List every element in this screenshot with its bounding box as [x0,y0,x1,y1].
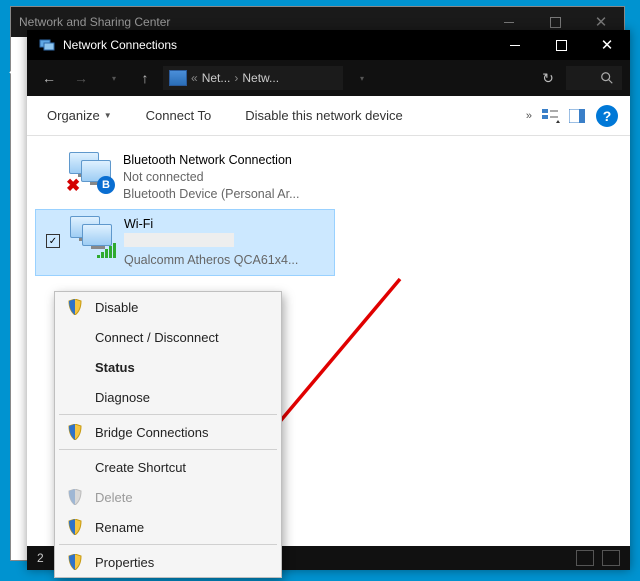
ctx-label: Create Shortcut [95,460,186,475]
shield-icon [67,299,83,315]
ctx-status[interactable]: Status [55,352,281,382]
nav-up-button[interactable]: ↑ [131,64,159,92]
connection-device: Qualcomm Atheros QCA61x4... [124,252,298,269]
help-button[interactable]: ? [596,105,618,127]
ctx-disable[interactable]: Disable [55,292,281,322]
nav-forward-button[interactable]: → [67,64,95,92]
connection-text: Wi-Fi Qualcomm Atheros QCA61x4... [124,216,298,269]
view-large-icon[interactable] [602,550,620,566]
connection-name: Bluetooth Network Connection [123,152,299,169]
breadcrumb-sep-icon: « [191,71,198,85]
bg-window-title: Network and Sharing Center [19,15,170,29]
breadcrumb-chevron-icon: › [234,71,238,85]
maximize-button[interactable] [538,30,584,60]
signal-bars-icon [97,243,116,258]
ctx-delete: Delete [55,482,281,512]
shield-icon [67,554,83,570]
ctx-create-shortcut[interactable]: Create Shortcut [55,452,281,482]
view-options-button[interactable] [540,105,562,127]
item-count: 2 [37,551,44,565]
connection-name: Wi-Fi [124,216,298,233]
search-icon [600,71,614,85]
nav-back-button[interactable]: ← [35,64,63,92]
ctx-label: Delete [95,490,133,505]
ctx-label: Rename [95,520,144,535]
breadcrumb-seg[interactable]: Net... [202,71,231,85]
ctx-properties[interactable]: Properties [55,547,281,577]
view-details-icon[interactable] [576,550,594,566]
connection-item-bluetooth[interactable]: ✖ B Bluetooth Network Connection Not con… [35,146,622,209]
connection-icon: ✖ B [69,152,113,192]
toolbar: Organize▼ Connect To Disable this networ… [27,96,630,136]
connection-item-wifi[interactable]: ✓ Wi-Fi Qualcomm Atheros QCA61x4... [35,209,335,276]
shield-icon [67,519,83,535]
window-controls: ✕ [492,30,630,60]
ctx-diagnose[interactable]: Diagnose [55,382,281,412]
ctx-separator [59,544,277,545]
breadcrumb-dropdown[interactable]: ▾ [347,64,375,92]
refresh-button[interactable]: ↻ [534,64,562,92]
nav-bar: ← → ▾ ↑ « Net... › Netw... ▾ ↻ [27,60,630,96]
shield-icon [67,424,83,440]
connection-device: Bluetooth Device (Personal Ar... [123,186,299,203]
ctx-connect-disconnect[interactable]: Connect / Disconnect [55,322,281,352]
fg-titlebar[interactable]: Network Connections ✕ [27,30,630,60]
toolbar-overflow-button[interactable]: » [520,110,538,122]
nav-history-dropdown[interactable]: ▾ [99,64,127,92]
breadcrumb-seg[interactable]: Netw... [242,71,279,85]
ctx-label: Connect / Disconnect [95,330,219,345]
browser-back-icon: ← [2,56,26,86]
ctx-separator [59,449,277,450]
window-title: Network Connections [63,38,177,52]
ctx-rename[interactable]: Rename [55,512,281,542]
connection-icon [70,216,114,256]
close-button[interactable]: ✕ [584,30,630,60]
preview-pane-button[interactable] [566,105,588,127]
ctx-label: Status [95,360,135,375]
window-icon [39,37,55,53]
ctx-separator [59,414,277,415]
connection-status: Not connected [123,169,299,186]
context-menu: Disable Connect / Disconnect Status Diag… [54,291,282,578]
minimize-button[interactable] [492,30,538,60]
ctx-bridge-connections[interactable]: Bridge Connections [55,417,281,447]
breadcrumb-icon [169,70,187,86]
ctx-label: Disable [95,300,138,315]
connection-status [124,233,234,247]
ctx-label: Diagnose [95,390,150,405]
shield-icon [67,489,83,505]
bluetooth-badge-icon: B [97,176,115,194]
connect-to-button[interactable]: Connect To [138,104,220,127]
ctx-label: Bridge Connections [95,425,208,440]
ctx-label: Properties [95,555,154,570]
breadcrumb[interactable]: « Net... › Netw... [163,66,343,90]
connection-text: Bluetooth Network Connection Not connect… [123,152,299,203]
search-box[interactable] [566,66,622,90]
organize-menu[interactable]: Organize▼ [39,104,120,127]
disconnected-x-icon: ✖ [66,179,82,195]
disable-device-button[interactable]: Disable this network device [237,104,411,127]
connection-checkbox[interactable]: ✓ [46,234,60,248]
